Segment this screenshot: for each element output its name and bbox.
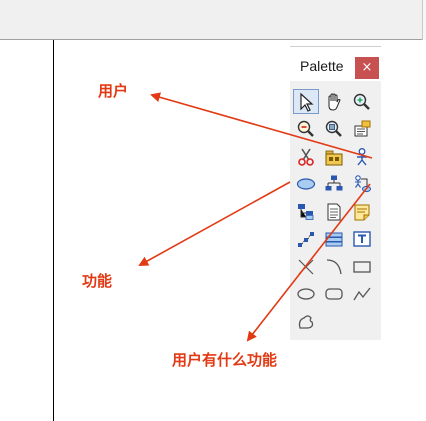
arrow-to-user <box>150 92 373 159</box>
arrow-to-user-functions <box>246 183 371 342</box>
annotation-user: 用户 <box>98 82 129 100</box>
annotation-user-functions: 用户有什么功能 <box>172 351 278 369</box>
arrow-to-function <box>138 181 291 266</box>
annotation-function: 功能 <box>82 272 113 290</box>
